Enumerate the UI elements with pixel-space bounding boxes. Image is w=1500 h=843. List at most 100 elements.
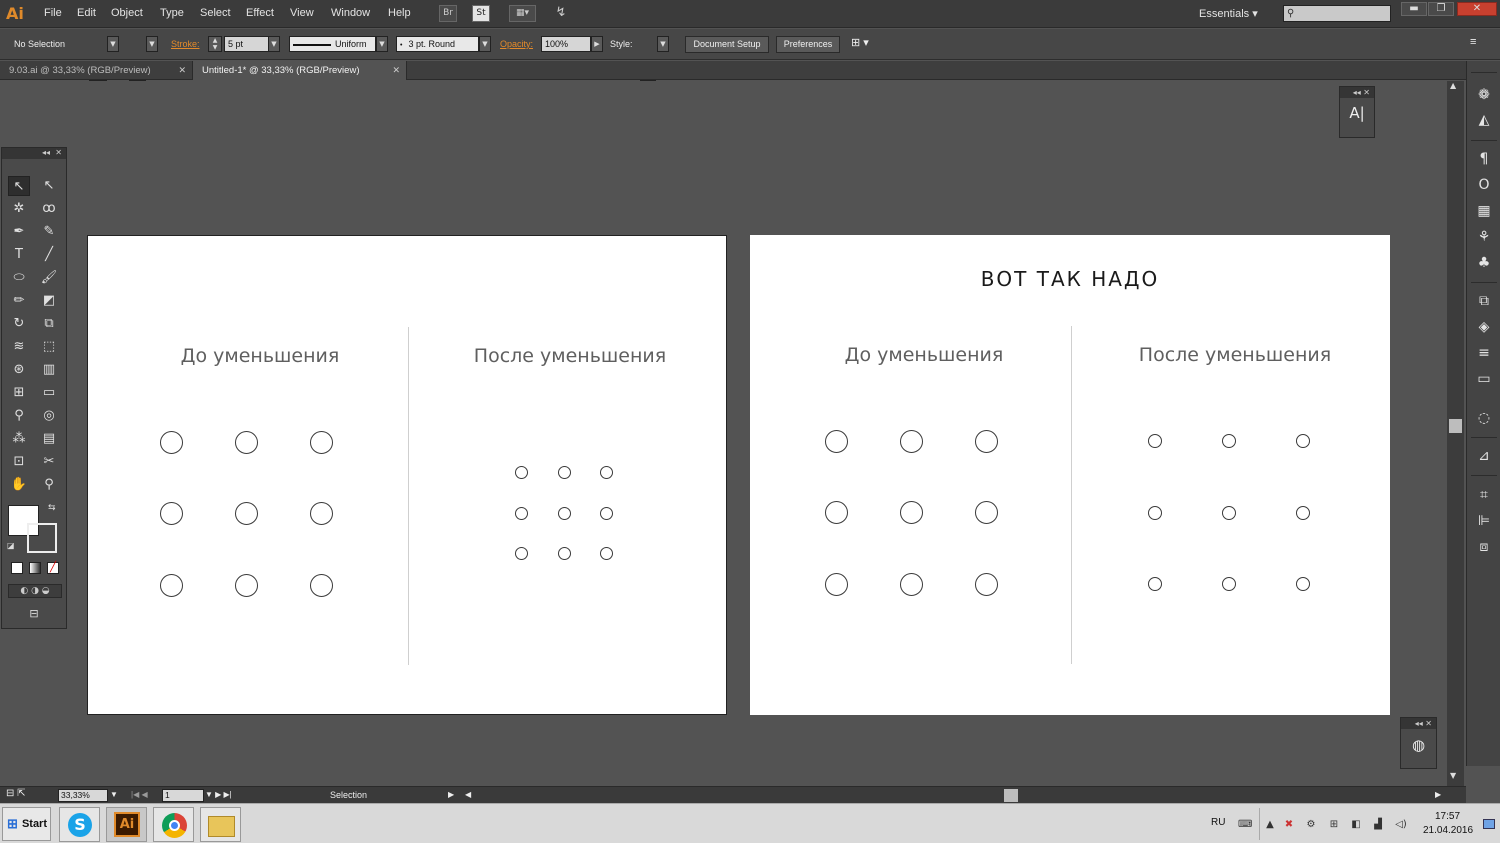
tab-close-icon[interactable]: ✕ — [392, 61, 400, 80]
vertical-scrollbar[interactable]: ▲ ▼ — [1447, 81, 1464, 786]
scroll-up-icon[interactable]: ▲ — [1450, 81, 1456, 90]
gpu-performance-icon[interactable]: ↯ — [550, 5, 572, 22]
circle-before[interactable] — [310, 431, 333, 454]
circle-after[interactable] — [1296, 506, 1310, 520]
opacity-label[interactable]: Opacity: — [500, 39, 533, 49]
menu-file[interactable]: File — [44, 7, 62, 19]
action-center-icon[interactable]: ⊞ — [1328, 819, 1340, 830]
color-mode-icon[interactable] — [11, 562, 23, 574]
start-button[interactable]: ⊞ Start — [2, 807, 51, 841]
pen-tool-icon[interactable]: ✒ — [8, 222, 30, 242]
stroke-label[interactable]: Stroke: — [171, 39, 200, 49]
taskbar-explorer[interactable] — [200, 807, 241, 842]
transform-panel-icon[interactable]: ⌗ — [1473, 485, 1495, 505]
menu-effect[interactable]: Effect — [246, 7, 274, 19]
circle-before[interactable] — [825, 573, 848, 596]
menu-help[interactable]: Help — [388, 7, 411, 19]
selection-tool-icon[interactable]: ↖ — [8, 176, 30, 196]
direct-selection-tool-icon[interactable]: ↖ — [38, 176, 60, 196]
clock-date[interactable]: 21.04.2016 — [1423, 825, 1473, 836]
page-nav-icons[interactable]: ▼ ▶ ▶| — [205, 790, 232, 799]
circle-before[interactable] — [160, 574, 183, 597]
menu-select[interactable]: Select — [200, 7, 231, 19]
hand-tool-icon[interactable]: ✋ — [8, 475, 30, 495]
circle-after[interactable] — [600, 466, 613, 479]
paragraph-panel-icon[interactable]: ¶ — [1473, 149, 1495, 169]
menu-window[interactable]: Window — [331, 7, 370, 19]
circle-after[interactable] — [1148, 506, 1162, 520]
layers-panel-icon[interactable]: ◈ — [1473, 317, 1495, 337]
circle-before[interactable] — [310, 574, 333, 597]
artboards-panel-icon[interactable]: ⧉ — [1473, 291, 1495, 311]
tab-close-icon[interactable]: ✕ — [178, 61, 186, 80]
style-dropdown-icon[interactable]: ▼ — [657, 36, 669, 52]
circle-after[interactable] — [1222, 506, 1236, 520]
tray-device-icon[interactable]: ◧ — [1350, 819, 1362, 830]
tray-settings-icon[interactable]: ⚙ — [1305, 819, 1317, 830]
workspace-switcher[interactable]: Essentials ▾ — [1199, 7, 1258, 20]
scroll-left-icon[interactable]: ◀ — [465, 790, 471, 799]
scale-tool-icon[interactable]: ⧉ — [38, 314, 60, 334]
tab-9-03[interactable]: 9.03.ai @ 33,33% (RGB/Preview) ✕ — [0, 61, 193, 80]
swap-fill-stroke-icon[interactable]: ⇆ — [48, 503, 56, 513]
circle-after[interactable] — [558, 547, 571, 560]
mesh-tool-icon[interactable]: ⊞ — [8, 383, 30, 403]
circle-before[interactable] — [310, 502, 333, 525]
swatches-panel-icon[interactable]: ▦ — [1473, 201, 1495, 221]
search-input[interactable]: ⚲ — [1283, 5, 1391, 22]
circle-before[interactable] — [900, 430, 923, 453]
panel-menu-icon[interactable]: ≡ — [1470, 36, 1476, 48]
variable-width-profile[interactable]: Uniform — [289, 36, 376, 52]
tools-panel-header[interactable]: ◂◂ ✕ — [2, 148, 66, 159]
circle-before[interactable] — [160, 431, 183, 454]
gradient-tool-icon[interactable]: ▭ — [38, 383, 60, 403]
default-colors-icon[interactable]: ◪ — [7, 541, 15, 550]
collapse-icon[interactable]: ◂◂ — [42, 148, 50, 157]
close-button[interactable]: ✕ — [1457, 2, 1497, 16]
circle-after[interactable] — [515, 547, 528, 560]
taskbar-chrome[interactable] — [153, 807, 194, 842]
type-tool-icon[interactable]: T — [8, 245, 30, 265]
status-menu-icon[interactable]: ▶ — [448, 790, 454, 799]
pencil-tool-icon[interactable]: ✏ — [8, 291, 30, 311]
eraser-tool-icon[interactable]: ◩ — [38, 291, 60, 311]
circle-after[interactable] — [1296, 577, 1310, 591]
circle-after[interactable] — [515, 466, 528, 479]
circle-after[interactable] — [515, 507, 528, 520]
color-panel-icon[interactable]: ❁ — [1473, 85, 1495, 105]
character-icon[interactable]: A| — [1340, 98, 1374, 122]
symbols-panel-icon[interactable]: ♣ — [1473, 253, 1495, 273]
screen-mode-icon[interactable]: ⊟ — [23, 607, 45, 621]
show-hidden-icons[interactable]: ▲ — [1264, 819, 1276, 830]
blend-tool-icon[interactable]: ◎ — [38, 406, 60, 426]
artboard-1[interactable]: До уменьшения После уменьшения — [87, 235, 727, 715]
none-mode-icon[interactable]: ╱ — [47, 562, 59, 574]
line-tool-icon[interactable]: ╱ — [38, 245, 60, 265]
appearance-icon[interactable]: ◍ — [1401, 729, 1436, 754]
circle-after[interactable] — [600, 507, 613, 520]
stroke-weight-field[interactable]: 5 pt — [224, 36, 269, 52]
keyboard-icon[interactable]: ⌨ — [1238, 819, 1252, 830]
tab-untitled-1[interactable]: Untitled-1* @ 33,33% (RGB/Preview) ✕ — [193, 61, 407, 80]
bar-graph-tool-icon[interactable]: ▤ — [38, 429, 60, 449]
eyedropper-tool-icon[interactable]: ⚲ — [8, 406, 30, 426]
circle-before[interactable] — [235, 574, 258, 597]
scroll-down-icon[interactable]: ▼ — [1450, 771, 1456, 780]
zoom-tool-icon[interactable]: ⚲ — [38, 475, 60, 495]
minimize-button[interactable]: ▬ — [1401, 2, 1427, 16]
circle-after[interactable] — [1148, 577, 1162, 591]
status-icons[interactable]: ⊟ ⇱ — [6, 788, 26, 799]
circle-before[interactable] — [235, 431, 258, 454]
artboard-2[interactable]: ВОТ ТАК НАДО До уменьшения После уменьше… — [750, 235, 1390, 715]
column-graph-tool-icon[interactable]: ▥ — [38, 360, 60, 380]
clock-time[interactable]: 17:57 — [1435, 811, 1460, 822]
fill-dropdown-icon[interactable]: ▼ — [107, 36, 119, 52]
taskbar-illustrator[interactable]: Ai — [106, 807, 147, 842]
circle-before[interactable] — [975, 573, 998, 596]
free-transform-tool-icon[interactable]: ⬚ — [38, 337, 60, 357]
warp-tool-icon[interactable]: ≋ — [8, 337, 30, 357]
show-desktop-icon[interactable] — [1483, 819, 1495, 829]
lasso-tool-icon[interactable]: ꝏ — [38, 199, 60, 219]
circle-before[interactable] — [900, 501, 923, 524]
circle-after[interactable] — [600, 547, 613, 560]
